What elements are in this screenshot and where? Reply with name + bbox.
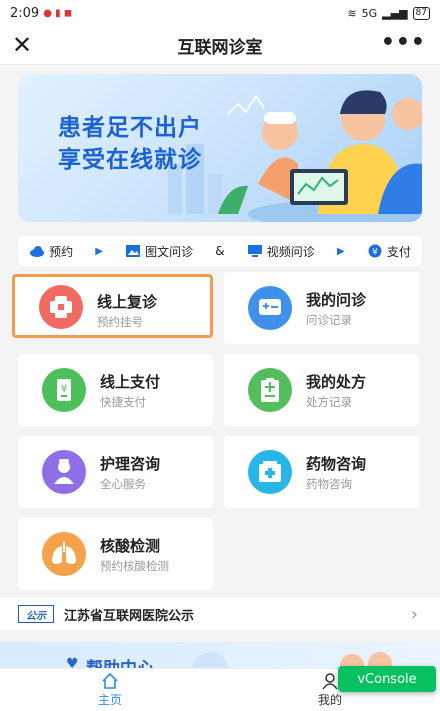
tab-label: 我的 [317,693,342,707]
card-title: 线上复诊 [97,293,158,311]
card-nursing-consult[interactable]: 护理咨询 全心服务 [18,436,213,508]
status-time: 2:09 [10,5,40,21]
signal-text: 5G [361,6,378,20]
card-subtitle: 问诊记录 [306,313,352,327]
card-subtitle: 处方记录 [306,395,352,409]
card-my-prescription[interactable]: 我的处方 处方记录 [224,354,419,426]
lungs-icon [42,532,86,576]
svg-text:¥: ¥ [61,384,67,395]
close-icon[interactable]: ✕ [12,32,32,58]
card-subtitle: 全心服务 [100,477,146,491]
card-subtitle: 药物咨询 [306,477,352,491]
medicine-box-icon [248,450,292,494]
arrow-icon: ▶ [336,245,345,257]
battery-indicator: 87 [412,6,430,20]
banner-headline-1: 患者足不出户 [58,115,202,141]
card-title: 核酸检测 [100,537,161,555]
hospital-notice-row[interactable]: 公示 江苏省互联网医院公示 › [0,598,440,630]
card-title: 我的问诊 [306,291,367,309]
card-subtitle: 预约挂号 [97,315,143,329]
step-payment: ¥ 支付 [367,243,411,260]
signal-icon: ▂▄▆ [382,6,408,20]
card-online-pay[interactable]: ¥ 线上支付 快捷支付 [18,354,213,426]
cross-icon [39,285,83,329]
banner-headline-2: 享受在线就诊 [58,147,202,173]
card-subtitle: 预约核酸检测 [100,559,169,573]
chevron-right-icon: › [410,603,418,625]
card-nucleic-test[interactable]: 核酸检测 预约核酸检测 [18,518,213,590]
card-title: 护理咨询 [100,455,161,473]
process-steps: 预约 ▶ 图文问诊 & 视频问诊 ▶ ¥ 支付 [18,236,422,266]
notification-icons: ● ▮ ◼ [43,7,73,19]
notice-text: 江苏省互联网医院公示 [64,608,195,624]
pay-icon: ¥ [42,368,86,412]
status-bar: 2:09 ● ▮ ◼ ≋ 5G ▂▄▆ 87 [0,0,440,26]
monitor-icon [247,245,262,257]
arrow-icon: ▶ [95,245,103,257]
step-connector: & [215,244,225,258]
user-icon [322,673,338,690]
card-online-revisit[interactable]: 线上复诊 预约挂号 [12,274,213,338]
home-icon [102,672,118,689]
card-my-consult[interactable]: 我的问诊 问诊记录 [224,272,419,344]
notice-badge: 公示 [18,605,54,623]
image-icon [126,245,141,257]
tab-home[interactable]: 主页 [70,671,150,708]
step-video-consult: 视频问诊 [247,243,315,260]
more-menu-icon[interactable]: ••• [381,30,426,55]
vconsole-button[interactable]: vConsole [338,666,436,692]
card-drug-consult[interactable]: 药物咨询 药物咨询 [224,436,419,508]
tab-label: 主页 [97,693,122,707]
chat-record-icon [248,286,292,330]
card-title: 线上支付 [100,373,161,391]
svg-text:¥: ¥ [372,248,378,258]
nurse-icon [42,450,86,494]
wifi-icon: ≋ [347,6,357,20]
clipboard-icon [248,368,292,412]
card-subtitle: 快捷支付 [100,395,146,409]
step-label: 预约 [49,244,74,259]
yen-icon: ¥ [368,244,382,258]
step-label: 视频问诊 [266,244,315,259]
step-label: 支付 [386,244,411,259]
card-title: 药物咨询 [306,455,367,473]
step-text-consult: 图文问诊 [125,243,193,260]
cloud-icon [30,246,45,257]
step-appointment: 预约 [29,243,73,260]
page-title: 互联网诊室 [177,37,263,58]
nav-bar: ✕ 互联网诊室 ••• [0,26,440,65]
promo-banner[interactable]: 患者足不出户 享受在线就诊 [18,74,422,222]
card-title: 我的处方 [306,373,367,391]
step-label: 图文问诊 [145,244,194,259]
